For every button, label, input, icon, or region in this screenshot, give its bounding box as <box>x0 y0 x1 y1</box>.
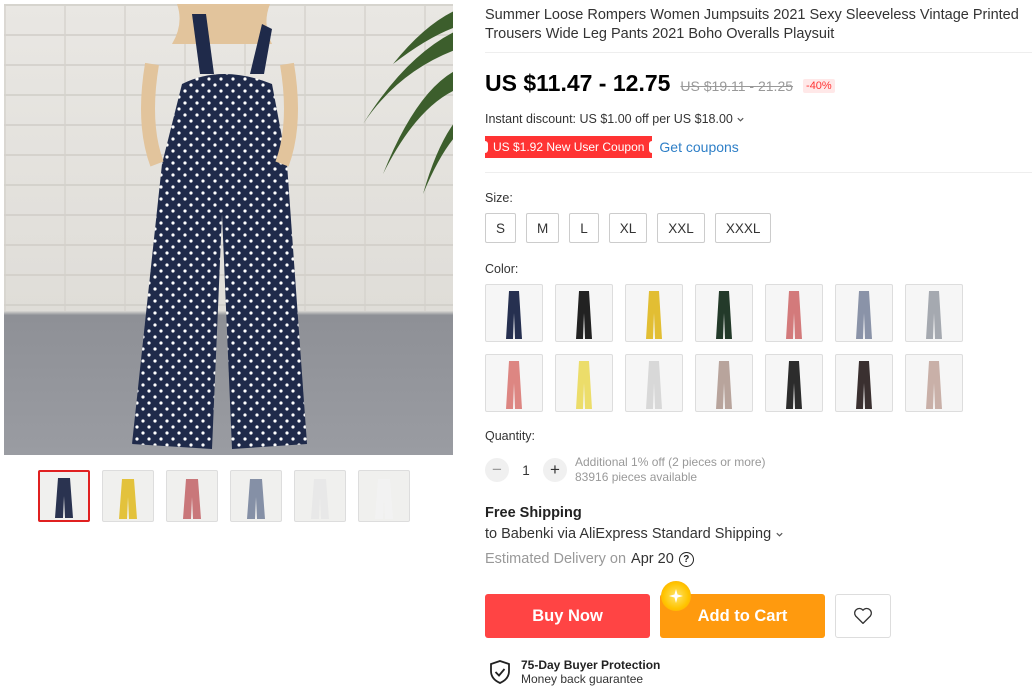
protection-title: 75-Day Buyer Protection <box>521 658 661 672</box>
color-swatch[interactable] <box>555 284 613 342</box>
delivery-label: Estimated Delivery on <box>485 551 627 567</box>
main-product-image[interactable] <box>4 4 453 455</box>
buy-now-button[interactable]: Buy Now <box>485 594 650 638</box>
divider <box>485 52 1032 53</box>
size-option-m[interactable]: M <box>526 213 560 243</box>
quantity-label: Quantity: <box>485 429 536 443</box>
color-swatch[interactable] <box>835 354 893 412</box>
instant-discount-text: Instant discount: US $1.00 off per US $1… <box>485 112 733 126</box>
size-option-l[interactable]: L <box>569 213 599 243</box>
color-swatch[interactable] <box>695 284 753 342</box>
shipping-title: Free Shipping <box>485 505 582 521</box>
gallery-thumbnail[interactable] <box>230 470 282 522</box>
wishlist-button[interactable] <box>835 594 891 638</box>
size-options: S M L XL XXL XXXL <box>485 213 772 243</box>
color-swatch[interactable] <box>485 284 543 342</box>
product-title: Summer Loose Rompers Women Jumpsuits 202… <box>485 7 1019 42</box>
coupon-row: US $1.92 New User Coupon Get coupons <box>481 136 739 158</box>
quantity-stepper: − 1 + Additional 1% off (2 pieces or mor… <box>485 455 766 485</box>
quantity-decrease-button[interactable]: − <box>485 458 509 482</box>
divider <box>485 172 1032 173</box>
size-option-s[interactable]: S <box>485 213 517 243</box>
size-option-xl[interactable]: XL <box>608 213 648 243</box>
price-row: US $11.47 - 12.75 US $19.11 - 21.25 -40% <box>485 70 835 97</box>
size-option-xxl[interactable]: XXL <box>657 213 705 243</box>
color-swatch[interactable] <box>905 354 963 412</box>
original-price: US $19.11 - 21.25 <box>680 78 794 94</box>
sparkle-icon <box>661 581 691 611</box>
chevron-down-icon <box>737 117 744 122</box>
buyer-protection: 75-Day Buyer Protection Money back guara… <box>489 658 660 686</box>
gallery-thumbnail[interactable] <box>358 470 410 522</box>
shield-check-icon <box>490 660 510 684</box>
color-swatch[interactable] <box>905 284 963 342</box>
protection-subtitle: Money back guarantee <box>521 672 644 686</box>
color-swatch[interactable] <box>625 354 683 412</box>
color-swatch[interactable] <box>765 354 823 412</box>
get-coupons-link[interactable]: Get coupons <box>659 139 738 155</box>
size-option-xxxl[interactable]: XXXL <box>714 213 772 243</box>
color-swatch[interactable] <box>835 284 893 342</box>
thumbnail-strip <box>38 470 410 522</box>
quantity-note: Additional 1% off (2 pieces or more) 839… <box>575 455 766 485</box>
shipping-method-text: to Babenki via AliExpress Standard Shipp… <box>485 526 772 542</box>
color-swatch[interactable] <box>695 354 753 412</box>
discount-badge: -40% <box>803 79 835 93</box>
question-mark-icon[interactable]: ? <box>678 551 694 567</box>
color-swatch[interactable] <box>625 284 683 342</box>
gallery-thumbnail[interactable] <box>38 470 90 522</box>
estimated-delivery: Estimated Delivery on Apr 20 ? <box>485 551 694 567</box>
gallery-thumbnail[interactable] <box>102 470 154 522</box>
size-label: Size: <box>485 191 513 205</box>
quantity-increase-button[interactable]: + <box>543 458 567 482</box>
instant-discount[interactable]: Instant discount: US $1.00 off per US $1… <box>485 112 745 126</box>
current-price: US $11.47 - 12.75 <box>485 70 671 96</box>
gallery-thumbnail[interactable] <box>294 470 346 522</box>
bulk-discount-note: Additional 1% off (2 pieces or more) <box>575 455 766 469</box>
new-user-coupon-badge[interactable]: US $1.92 New User Coupon <box>481 136 656 158</box>
color-swatch[interactable] <box>555 354 613 412</box>
color-swatch[interactable] <box>765 284 823 342</box>
color-label: Color: <box>485 262 519 276</box>
model-jumpsuit-figure <box>132 4 307 449</box>
gallery-thumbnail[interactable] <box>166 470 218 522</box>
heart-icon <box>854 607 872 625</box>
delivery-date: Apr 20 <box>631 551 674 567</box>
palm-plant-decoration <box>363 11 453 194</box>
stock-available: 83916 pieces available <box>575 470 698 484</box>
color-options <box>485 284 963 412</box>
quantity-value[interactable]: 1 <box>509 463 543 478</box>
color-swatch[interactable] <box>485 354 543 412</box>
shipping-method[interactable]: to Babenki via AliExpress Standard Shipp… <box>485 526 784 542</box>
chevron-down-icon <box>776 532 783 537</box>
